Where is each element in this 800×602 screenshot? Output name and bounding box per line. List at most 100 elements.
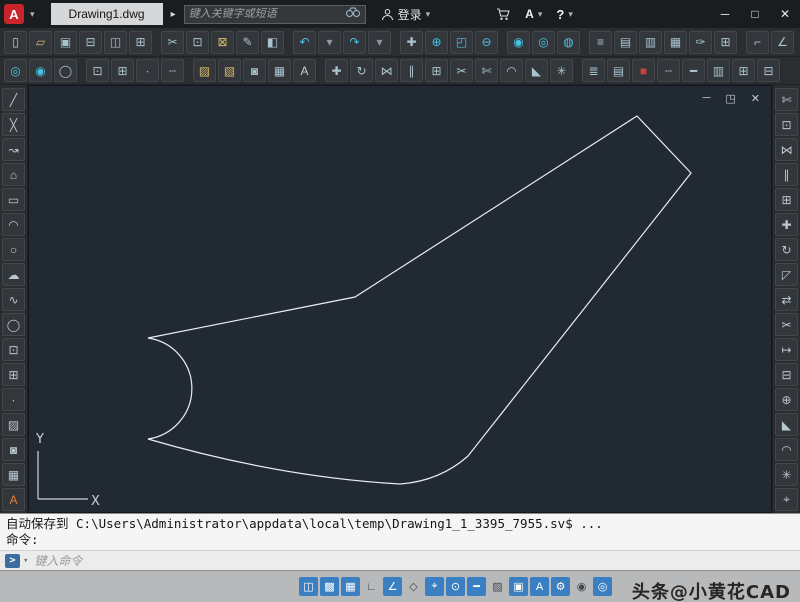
modify-explode-icon[interactable]: ✳ [775, 463, 798, 486]
redo-icon[interactable]: ↷ [343, 31, 366, 54]
polyline-shape[interactable] [148, 116, 691, 484]
drawing-canvas[interactable]: Y X ─ ◳ ✕ [28, 85, 772, 513]
copy-icon[interactable]: ⊡ [186, 31, 209, 54]
save-icon[interactable]: ▣ [54, 31, 77, 54]
tool-palettes-icon[interactable]: ▥ [639, 31, 662, 54]
draw-insert-block-icon[interactable]: ⊡ [2, 338, 25, 361]
zoom-previous-icon[interactable]: ⊖ [475, 31, 498, 54]
tab-overflow-icon[interactable]: ▸ [171, 9, 176, 20]
object-snap-icon[interactable]: ⊙ [446, 577, 465, 596]
properties-icon[interactable]: ≡ [589, 31, 612, 54]
plot-icon[interactable]: ⊟ [79, 31, 102, 54]
draw-revcloud-icon[interactable]: ☁ [2, 263, 25, 286]
drawing-minimize-button[interactable]: ─ [703, 92, 711, 105]
application-menu-button[interactable]: A [0, 0, 28, 28]
object-snap-tracking-icon[interactable]: ⌖ [425, 577, 444, 596]
block-editor-icon[interactable]: ◧ [261, 31, 284, 54]
color-control-icon[interactable]: ■ [632, 59, 655, 82]
open-icon[interactable]: ▱ [29, 31, 52, 54]
erase-icon[interactable]: ✄ [475, 59, 498, 82]
modify-fillet-icon[interactable]: ◠ [775, 438, 798, 461]
designcenter-icon[interactable]: ▤ [614, 31, 637, 54]
modify-chamfer-icon[interactable]: ◣ [775, 413, 798, 436]
ellipse-tool-icon[interactable]: ◯ [54, 59, 77, 82]
draw-polygon-icon[interactable]: ⌂ [2, 163, 25, 186]
chamfer-icon[interactable]: ◣ [525, 59, 548, 82]
layer-states-icon[interactable]: ▤ [607, 59, 630, 82]
search-input[interactable] [189, 8, 345, 20]
explode-icon[interactable]: ✳ [550, 59, 573, 82]
divide-icon[interactable]: ┄ [161, 59, 184, 82]
annotation-monitor-icon[interactable]: ◉ [572, 577, 591, 596]
ring-icon[interactable]: ◍ [557, 31, 580, 54]
table-tool-icon[interactable]: ▦ [268, 59, 291, 82]
draw-line-icon[interactable]: ╱ [2, 88, 25, 111]
isodraft-icon[interactable]: ◇ [404, 577, 423, 596]
grid-display-icon[interactable]: ▦ [341, 577, 360, 596]
modify-copy-icon[interactable]: ⊡ [775, 113, 798, 136]
group-icon[interactable]: ⊞ [732, 59, 755, 82]
draw-table-icon[interactable]: ▦ [2, 463, 25, 486]
modify-array-icon[interactable]: ⊞ [775, 188, 798, 211]
array-icon[interactable]: ⊞ [425, 59, 448, 82]
search-icon[interactable] [345, 7, 361, 21]
draw-rectangle-icon[interactable]: ▭ [2, 188, 25, 211]
qnew-icon[interactable]: ▯ [4, 31, 27, 54]
quickcalc-icon[interactable]: ⊞ [714, 31, 737, 54]
gradient-tool-icon[interactable]: ▧ [218, 59, 241, 82]
snap-mode-icon[interactable]: ▩ [320, 577, 339, 596]
modify-mirror-icon[interactable]: ⋈ [775, 138, 798, 161]
undo-icon[interactable]: ↶ [293, 31, 316, 54]
zoom-realtime-icon[interactable]: ⊕ [425, 31, 448, 54]
donut2-icon[interactable]: ◎ [4, 59, 27, 82]
draw-spline-icon[interactable]: ∿ [2, 288, 25, 311]
draw-circle-icon[interactable]: ○ [2, 238, 25, 261]
command-history[interactable]: 自动保存到 C:\Users\Administrator\appdata\loc… [0, 514, 800, 550]
fillet-icon[interactable]: ◠ [500, 59, 523, 82]
infer-constraints-icon[interactable]: ◫ [299, 577, 318, 596]
lineweight-icon[interactable]: ━ [682, 59, 705, 82]
draw-construction-line-icon[interactable]: ╳ [2, 113, 25, 136]
modify-trim-icon[interactable]: ✂ [775, 313, 798, 336]
draw-arc-icon[interactable]: ◠ [2, 213, 25, 236]
plot-style-icon[interactable]: ▥ [707, 59, 730, 82]
match-properties-icon[interactable]: ✎ [236, 31, 259, 54]
donut-icon[interactable]: ◉ [507, 31, 530, 54]
point-tool-icon[interactable]: ∙ [136, 59, 159, 82]
modify-erase-icon[interactable]: ✄ [775, 88, 798, 111]
move-icon[interactable]: ✚ [325, 59, 348, 82]
quick-access-caret-icon[interactable]: ▾ [30, 9, 35, 20]
modify-scale-icon[interactable]: ◸ [775, 263, 798, 286]
polar-tracking-icon[interactable]: ∠ [383, 577, 402, 596]
cut-icon[interactable]: ✂ [161, 31, 184, 54]
command-customize-button[interactable]: > ▾ [5, 554, 28, 568]
draw-mtext-icon[interactable]: A [2, 488, 25, 511]
maximize-button[interactable]: □ [740, 0, 770, 28]
pan-icon[interactable]: ✚ [400, 31, 423, 54]
insert-block-icon[interactable]: ⊡ [86, 59, 109, 82]
circle-tool-icon[interactable]: ◎ [532, 31, 555, 54]
layer-list-icon[interactable]: ≣ [582, 59, 605, 82]
draw-region-icon[interactable]: ◙ [2, 438, 25, 461]
help-button[interactable]: ? ▾ [549, 0, 579, 28]
lineweight-display-icon[interactable]: ━ [467, 577, 486, 596]
modify-join-icon[interactable]: ⊕ [775, 388, 798, 411]
modify-break-icon[interactable]: ⊟ [775, 363, 798, 386]
mirror-icon[interactable]: ⋈ [375, 59, 398, 82]
annotation-scale-icon[interactable]: A [530, 577, 549, 596]
sign-in-button[interactable]: 登录 ▾ [374, 0, 438, 28]
ungroup-icon[interactable]: ⊟ [757, 59, 780, 82]
modify-extend-icon[interactable]: ↦ [775, 338, 798, 361]
modify-stretch-icon[interactable]: ⇄ [775, 288, 798, 311]
rotate-icon[interactable]: ↻ [350, 59, 373, 82]
workspace-switching-icon[interactable]: ⚙ [551, 577, 570, 596]
draw-point-icon[interactable]: ∙ [2, 388, 25, 411]
draw-make-block-icon[interactable]: ⊞ [2, 363, 25, 386]
selection-cycling-icon[interactable]: ▣ [509, 577, 528, 596]
draw-polyline-icon[interactable]: ↝ [2, 138, 25, 161]
close-button[interactable]: ✕ [770, 0, 800, 28]
store-button[interactable] [489, 0, 518, 28]
sheet-set-icon[interactable]: ▦ [664, 31, 687, 54]
zoom-window-icon[interactable]: ◰ [450, 31, 473, 54]
osnap-settings-icon[interactable]: ⌖ [775, 488, 798, 511]
